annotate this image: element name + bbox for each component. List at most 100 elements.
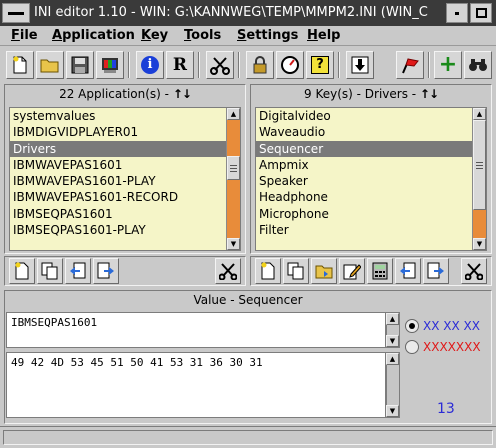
export-application-button[interactable] [93, 258, 119, 284]
applications-list[interactable]: systemvalues IBMDIGVIDPLAYER01 Drivers IBMW… [9, 107, 241, 251]
radio-hex-format[interactable] [405, 319, 419, 333]
download-button[interactable] [346, 51, 374, 79]
value-hex-field[interactable]: 49 42 4D 53 45 51 50 41 53 31 36 30 31 [6, 352, 386, 418]
keys-list[interactable]: Digitalvideo Waveaudio Sequencer Ampmix Spea… [255, 107, 487, 251]
list-item[interactable]: IBMWAVEPAS1601-PLAY [10, 173, 240, 189]
applications-actions [4, 256, 246, 286]
list-item[interactable]: Filter [256, 222, 486, 238]
menu-tools[interactable]: Tools [184, 27, 221, 44]
menu-settings[interactable]: Settings [237, 27, 298, 44]
list-item[interactable]: IBMDIGVIDPLAYER01 [10, 124, 240, 140]
scroll-up-arrow[interactable]: ▲ [386, 313, 399, 325]
calculator-button[interactable] [367, 258, 393, 284]
menu-help[interactable]: Help [307, 27, 340, 44]
gauge-button[interactable] [276, 51, 304, 79]
scroll-down-arrow[interactable]: ▼ [227, 238, 240, 250]
value-hex-scrollbar[interactable]: ▲ ▼ [386, 352, 400, 418]
applications-scrollbar[interactable]: ▲ ▼ [226, 108, 240, 250]
toolbar-separator [198, 52, 200, 78]
folder-icon [312, 259, 336, 283]
new-key-button[interactable] [255, 258, 281, 284]
system-menu-button[interactable] [2, 3, 30, 23]
menu-application[interactable]: Application [52, 27, 135, 44]
maximize-button[interactable] [470, 3, 492, 23]
export-icon [424, 259, 448, 283]
add-button[interactable]: + [434, 51, 462, 79]
scroll-down-arrow[interactable]: ▼ [386, 405, 399, 417]
scroll-thumb[interactable] [227, 156, 240, 180]
cut-button[interactable] [206, 51, 234, 79]
list-item[interactable]: Headphone [256, 189, 486, 205]
scissors-icon [216, 259, 240, 283]
add-icon: + [438, 52, 458, 77]
list-item[interactable]: systemvalues [10, 108, 240, 124]
list-item[interactable]: Microphone [256, 206, 486, 222]
toolbar-separator [238, 52, 240, 78]
scroll-down-arrow[interactable]: ▼ [473, 238, 486, 250]
lock-button[interactable] [246, 51, 274, 79]
gauge-icon [277, 52, 303, 78]
list-item[interactable]: IBMSEQPAS1601-PLAY [10, 222, 240, 238]
title-bar: INI editor 1.10 - WIN: G:\KANNWEG\TEMP\M… [0, 0, 496, 26]
cut-key-button[interactable] [461, 258, 487, 284]
list-item[interactable]: Waveaudio [256, 124, 486, 140]
cut-application-button[interactable] [215, 258, 241, 284]
download-arrow-icon [347, 52, 373, 78]
search-button[interactable] [464, 51, 492, 79]
scroll-down-arrow[interactable]: ▼ [386, 335, 399, 347]
toolbar-separator [128, 52, 130, 78]
edit-key-button[interactable] [339, 258, 365, 284]
save-button[interactable] [66, 51, 94, 79]
registered-icon: R [172, 54, 188, 75]
value-text-field[interactable]: IBMSEQPAS1601 [6, 312, 386, 348]
list-item[interactable]: Digitalvideo [256, 108, 486, 124]
new-file-button[interactable] [6, 51, 34, 79]
copy-icon [38, 259, 62, 283]
binoculars-icon [465, 52, 491, 78]
scroll-track-below[interactable] [473, 210, 486, 238]
radio-ascii-format[interactable] [405, 340, 419, 354]
open-folder-icon [37, 52, 63, 78]
scroll-track-below[interactable] [227, 180, 240, 238]
menu-key[interactable]: Key [141, 27, 168, 44]
menu-file[interactable]: File [11, 27, 38, 44]
copy-application-button[interactable] [37, 258, 63, 284]
flag-button[interactable] [396, 51, 424, 79]
scroll-track-above[interactable] [227, 120, 240, 156]
applications-header: 22 Application(s) - ↑↓ [59, 87, 192, 101]
info-button[interactable]: i [136, 51, 164, 79]
applications-pane: 22 Application(s) - ↑↓ systemvalues IBMDI… [4, 84, 246, 254]
list-item[interactable]: IBMSEQPAS1601 [10, 206, 240, 222]
keys-actions [250, 256, 492, 286]
import-application-button[interactable] [65, 258, 91, 284]
sort-keys-toggle[interactable]: ↑↓ [420, 87, 439, 101]
list-item[interactable]: Ampmix [256, 157, 486, 173]
open-button[interactable] [36, 51, 64, 79]
list-item[interactable]: Drivers [10, 140, 240, 157]
radio-ascii-label: XXXXXXX [423, 340, 481, 354]
print-button[interactable] [96, 51, 124, 79]
list-item[interactable]: IBMWAVEPAS1601-RECORD [10, 189, 240, 205]
scroll-up-arrow[interactable]: ▲ [386, 353, 399, 365]
list-item[interactable]: Speaker [256, 173, 486, 189]
list-item[interactable]: IBMWAVEPAS1601 [10, 157, 240, 173]
list-item[interactable]: Sequencer [256, 140, 486, 157]
copy-key-button[interactable] [283, 258, 309, 284]
keys-header: 9 Key(s) - Drivers - ↑↓ [303, 87, 439, 101]
scroll-up-arrow[interactable]: ▲ [227, 108, 240, 120]
minimize-button[interactable] [446, 3, 468, 23]
new-file-icon [256, 259, 280, 283]
import-key-button[interactable] [395, 258, 421, 284]
help-button[interactable]: ? [306, 51, 334, 79]
export-key-button[interactable] [423, 258, 449, 284]
window-title: INI editor 1.10 - WIN: G:\KANNWEG\TEMP\M… [34, 5, 428, 20]
key-folder-button[interactable] [311, 258, 337, 284]
scroll-thumb[interactable] [473, 120, 486, 210]
value-text-scrollbar[interactable]: ▲ ▼ [386, 312, 400, 348]
new-application-button[interactable] [9, 258, 35, 284]
scroll-up-arrow[interactable]: ▲ [473, 108, 486, 120]
registered-button[interactable]: R [166, 51, 194, 79]
lock-icon [247, 52, 273, 78]
sort-applications-toggle[interactable]: ↑↓ [173, 87, 192, 101]
keys-scrollbar[interactable]: ▲ ▼ [472, 108, 486, 250]
